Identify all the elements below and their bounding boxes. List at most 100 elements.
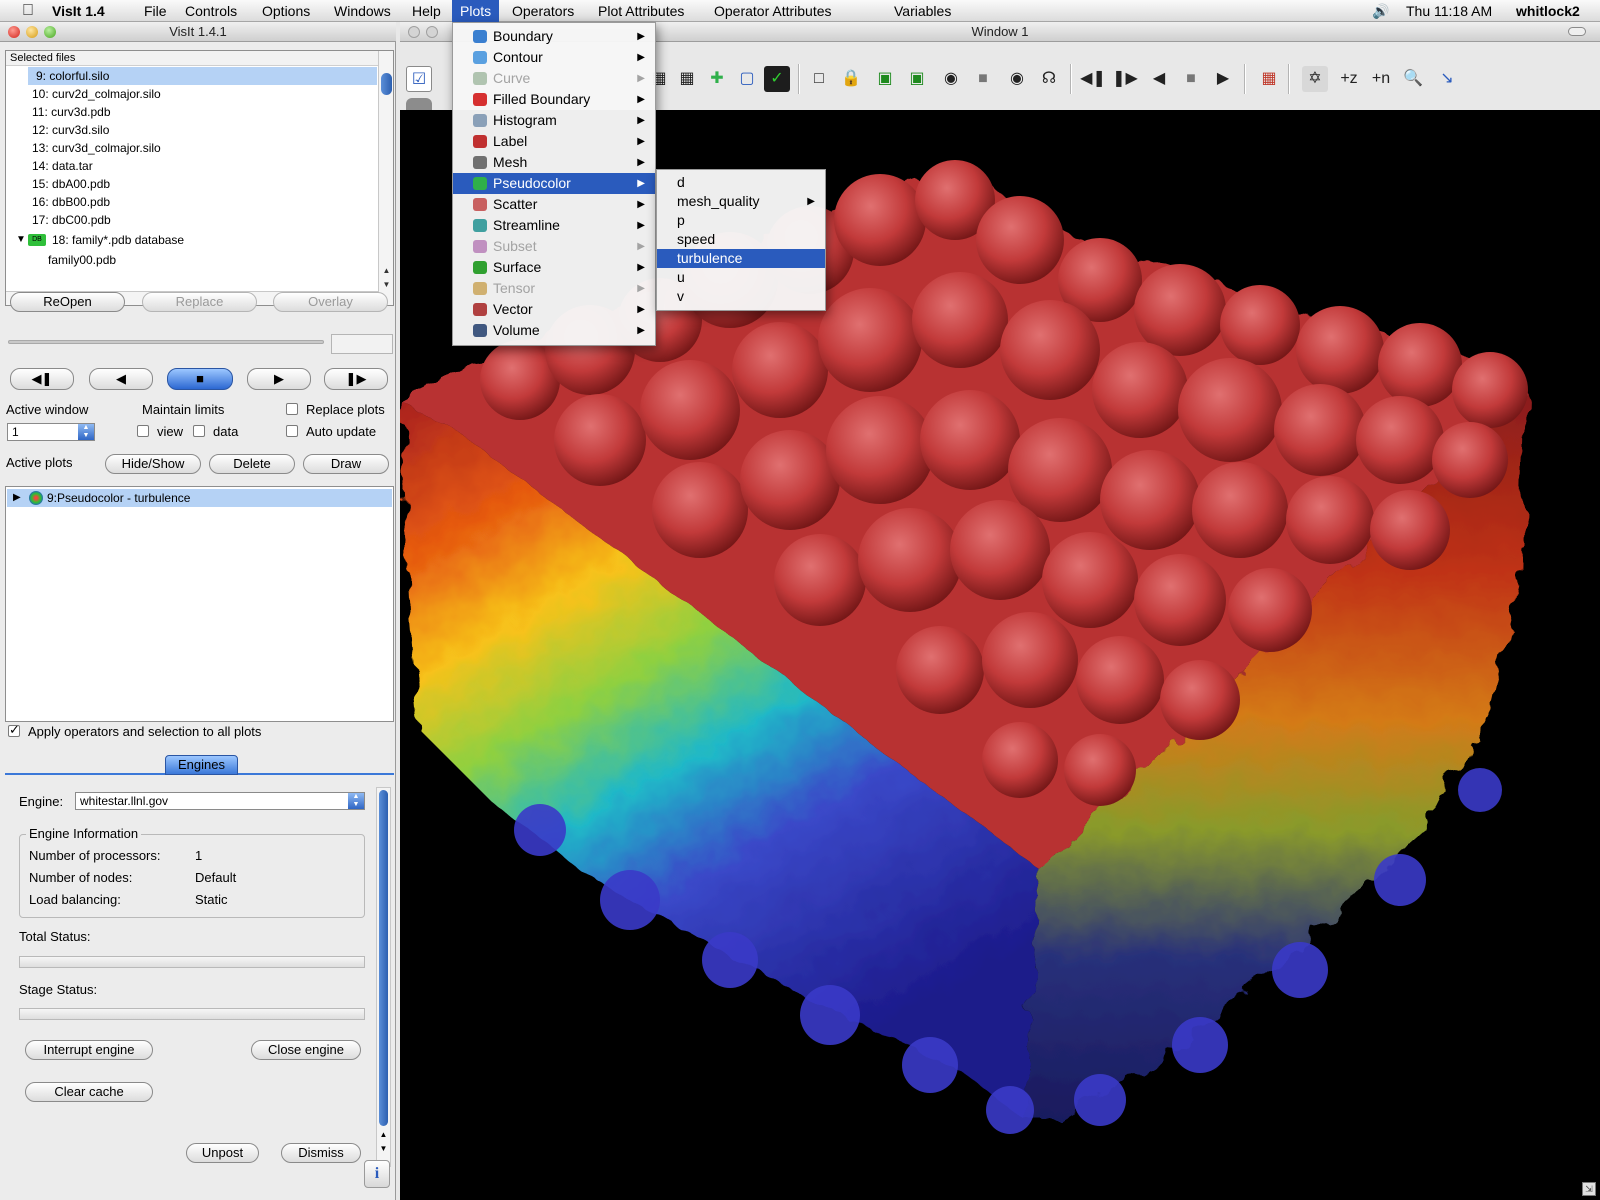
box-outline-icon[interactable]: □ <box>806 66 832 92</box>
plots-menu-item-scatter[interactable]: Scatter ▶ <box>453 194 655 215</box>
variable-item-p[interactable]: p <box>657 211 825 230</box>
stop-icon[interactable]: ■ <box>1178 66 1204 92</box>
plots-menu-item-vector[interactable]: Vector ▶ <box>453 299 655 320</box>
apply-operators-checkbox[interactable] <box>8 722 20 738</box>
plots-menu-item-curve[interactable]: Curve ▶ <box>453 68 655 89</box>
add-plot-icon[interactable]: ✚ <box>704 66 730 92</box>
variable-item-v[interactable]: v <box>657 287 825 306</box>
menu-app[interactable]: VisIt 1.4 <box>44 0 113 22</box>
selected-files-list[interactable]: Selected files 9: colorful.silo 10: curv… <box>5 50 394 306</box>
dismiss-button[interactable]: Dismiss <box>281 1143 361 1163</box>
toolbar-toggle-button[interactable] <box>1568 27 1586 36</box>
stepper-arrows-icon[interactable]: ▲ ▼ <box>348 793 364 809</box>
cube-icon[interactable]: ▢ <box>734 66 760 92</box>
snapshot-icon[interactable]: ◉ <box>1004 66 1030 92</box>
check-icon[interactable]: ☑ <box>406 66 432 92</box>
file-item[interactable]: 12: curv3d.silo <box>6 121 377 139</box>
stop-button[interactable]: ■ <box>167 368 233 390</box>
plots-menu-item-histogram[interactable]: Histogram ▶ <box>453 110 655 131</box>
file-item-database[interactable]: ▼ DB 18: family*.pdb database <box>6 231 377 249</box>
palette-icon[interactable]: ▦ <box>1256 66 1282 92</box>
apple-icon[interactable]:  <box>18 1 38 21</box>
play-icon[interactable]: ▶ <box>1210 66 1236 92</box>
minimize-window-button[interactable] <box>26 26 38 38</box>
step-forward-icon[interactable]: ❚▶ <box>1112 66 1138 92</box>
file-item[interactable]: family00.pdb <box>6 251 377 269</box>
close-engine-button[interactable]: Close engine <box>251 1040 361 1060</box>
menu-operators[interactable]: Operators <box>504 0 582 22</box>
replace-plots-checkbox[interactable] <box>286 403 298 415</box>
menubar-user[interactable]: whitlock2 <box>1516 0 1580 22</box>
step-back-icon[interactable]: ◀❚ <box>1080 66 1106 92</box>
main-window-titlebar[interactable]: VisIt 1.4.1 <box>0 22 396 42</box>
plots-menu-item-streamline[interactable]: Streamline ▶ <box>453 215 655 236</box>
menu-variables[interactable]: Variables <box>886 0 959 22</box>
maintain-data-checkbox[interactable] <box>193 425 205 437</box>
menu-plot-attributes[interactable]: Plot Attributes <box>590 0 692 22</box>
plots-menu-item-surface[interactable]: Surface ▶ <box>453 257 655 278</box>
interrupt-engine-button[interactable]: Interrupt engine <box>25 1040 153 1060</box>
plots-menu-item-pseudocolor[interactable]: Pseudocolor ▶ <box>453 173 655 194</box>
maintain-view-checkbox[interactable] <box>137 425 149 437</box>
tab-engines[interactable]: Engines <box>165 755 238 775</box>
variable-item-speed[interactable]: speed <box>657 230 825 249</box>
grid-fine-icon[interactable]: ▦ <box>674 66 700 92</box>
stepper-arrows-icon[interactable]: ▲ ▼ <box>78 424 94 440</box>
scroll-down-icon[interactable]: ▼ <box>377 1144 390 1153</box>
scroll-up-icon[interactable]: ▲ <box>379 265 394 277</box>
clear-icon[interactable]: ■ <box>970 66 996 92</box>
active-window-select[interactable]: 1 ▲ ▼ <box>7 423 95 441</box>
menu-operator-attributes[interactable]: Operator Attributes <box>706 0 840 22</box>
variable-item-turbulence[interactable]: turbulence <box>657 249 825 268</box>
menu-controls[interactable]: Controls <box>177 0 245 22</box>
scroll-up-icon[interactable]: ▲ <box>377 1130 390 1139</box>
info-icon[interactable]: i <box>364 1160 390 1188</box>
overlay-button[interactable]: Overlay <box>273 292 388 312</box>
lineout-icon[interactable]: ☊ <box>1036 66 1062 92</box>
file-item[interactable]: 13: curv3d_colmajor.silo <box>6 139 377 157</box>
step-forward-button[interactable]: ❚▶ <box>324 368 388 390</box>
node-pick-icon[interactable]: +n <box>1368 66 1394 92</box>
zoom-icon[interactable]: 🔍 <box>1400 66 1426 92</box>
disclosure-triangle-open-icon[interactable]: ▼ <box>16 231 26 249</box>
camera-green-icon[interactable]: ▣ <box>872 66 898 92</box>
active-plots-list[interactable]: ▶ 9:Pseudocolor - turbulence <box>5 486 394 722</box>
file-item[interactable]: 11: curv3d.pdb <box>6 103 377 121</box>
hide-show-button[interactable]: Hide/Show <box>105 454 201 474</box>
plots-menu-item-contour[interactable]: Contour ▶ <box>453 47 655 68</box>
play-button[interactable]: ▶ <box>247 368 311 390</box>
resize-grip-icon[interactable]: ⇲ <box>1582 1182 1596 1196</box>
auto-update-checkbox[interactable] <box>286 425 298 437</box>
close-window-button[interactable] <box>8 26 20 38</box>
menu-file[interactable]: File <box>136 0 175 22</box>
plots-menu-item-tensor[interactable]: Tensor ▶ <box>453 278 655 299</box>
zone-pick-icon[interactable]: +z <box>1336 66 1362 92</box>
files-scrollbar[interactable]: ▲ ▼ <box>378 51 393 305</box>
menu-options[interactable]: Options <box>254 0 318 22</box>
menu-windows[interactable]: Windows <box>326 0 399 22</box>
disclosure-triangle-closed-icon[interactable]: ▶ <box>13 489 21 507</box>
camera-multi-icon[interactable]: ▣ <box>904 66 930 92</box>
lineout-chart-icon[interactable]: ↘ <box>1434 66 1460 92</box>
file-item[interactable]: 10: curv2d_colmajor.silo <box>6 85 377 103</box>
plots-menu-item-filled-boundary[interactable]: Filled Boundary ▶ <box>453 89 655 110</box>
plot-list-item[interactable]: ▶ 9:Pseudocolor - turbulence <box>7 489 392 507</box>
menu-plots[interactable]: Plots <box>452 0 500 22</box>
engines-scroll-thumb[interactable] <box>379 790 388 1126</box>
file-item[interactable]: 14: data.tar <box>6 157 377 175</box>
variable-item-u[interactable]: u <box>657 268 825 287</box>
draw-button[interactable]: Draw <box>303 454 389 474</box>
scroll-down-icon[interactable]: ▼ <box>379 279 394 291</box>
files-scroll-thumb[interactable] <box>381 73 392 95</box>
step-back-button[interactable]: ◀❚ <box>10 368 74 390</box>
replace-button[interactable]: Replace <box>142 292 257 312</box>
close-window-button[interactable] <box>408 26 420 38</box>
plots-menu-item-volume[interactable]: Volume ▶ <box>453 320 655 341</box>
file-item[interactable]: 15: dbA00.pdb <box>6 175 377 193</box>
plots-menu-item-mesh[interactable]: Mesh ▶ <box>453 152 655 173</box>
camera-icon[interactable]: ◉ <box>938 66 964 92</box>
plots-menu-item-subset[interactable]: Subset ▶ <box>453 236 655 257</box>
plots-menu-item-label[interactable]: Label ▶ <box>453 131 655 152</box>
variable-item-d[interactable]: d <box>657 173 825 192</box>
file-item[interactable]: 16: dbB00.pdb <box>6 193 377 211</box>
